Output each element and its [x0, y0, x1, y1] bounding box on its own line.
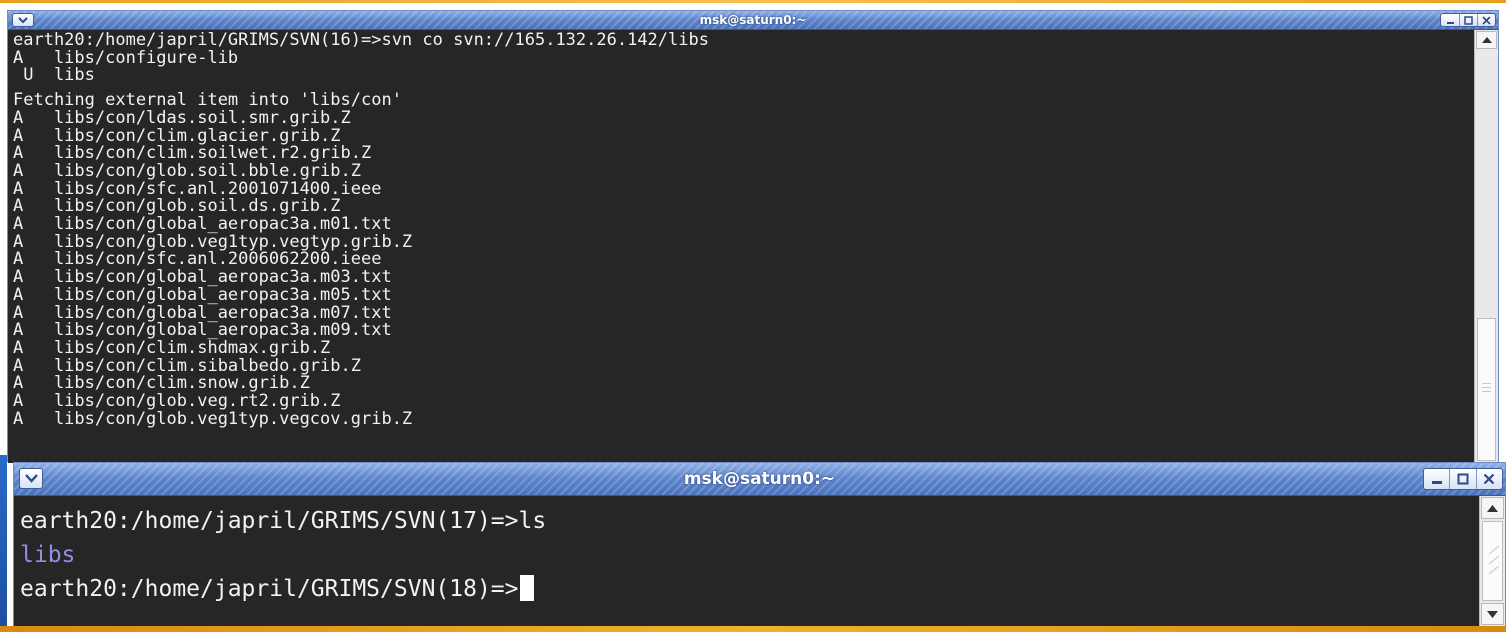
- minimize-icon: [1431, 481, 1442, 484]
- text-cursor: [519, 575, 534, 601]
- window-titlebar[interactable]: msk@saturn0:~: [8, 11, 1498, 30]
- close-icon: [1482, 15, 1491, 25]
- vertical-scrollbar[interactable]: [1479, 496, 1505, 627]
- terminal-line: A libs/con/glob.veg1typ.vegcov.grib.Z: [13, 408, 413, 429]
- terminal-line: earth20:/home/japril/GRIMS/SVN(17)=>ls: [20, 508, 547, 534]
- directory-entry: libs: [20, 542, 76, 568]
- arrow-down-icon: [1487, 610, 1498, 618]
- minimize-button[interactable]: [1424, 469, 1451, 489]
- window-title: msk@saturn0:~: [699, 13, 807, 27]
- window-controls: [1440, 13, 1496, 27]
- close-button[interactable]: [1478, 14, 1495, 26]
- terminal-line: A libs/configure-lib: [13, 47, 239, 68]
- window-controls: [1423, 468, 1503, 490]
- maximize-icon: [1464, 15, 1473, 25]
- arrow-up-icon: [1481, 37, 1492, 43]
- terminal-prompt-line[interactable]: earth20:/home/japril/GRIMS/SVN(18)=>: [20, 572, 1479, 606]
- minimize-icon: [1446, 21, 1454, 24]
- scroll-thumb[interactable]: [1477, 318, 1496, 461]
- vertical-scrollbar[interactable]: [1474, 30, 1498, 463]
- terminal-line: A libs/con/global_aeropac3a.m05.txt: [13, 284, 392, 305]
- terminal-line: A libs/con/clim.shdmax.grib.Z: [13, 337, 331, 358]
- maximize-icon: [1457, 473, 1469, 485]
- top-accent-bar: [0, 0, 1506, 3]
- minimize-button[interactable]: [1441, 14, 1460, 26]
- arrow-up-icon: [1487, 504, 1498, 512]
- terminal-output[interactable]: earth20:/home/japril/GRIMS/SVN(16)=>svn …: [8, 30, 1474, 463]
- close-icon: [1484, 473, 1495, 485]
- terminal-output[interactable]: earth20:/home/japril/GRIMS/SVN(17)=>ls l…: [14, 496, 1479, 627]
- scroll-down-button[interactable]: [1481, 603, 1504, 625]
- scroll-thumb[interactable]: [1482, 521, 1503, 601]
- window-title: msk@saturn0:~: [683, 469, 836, 489]
- terminal-line: U libs: [13, 65, 95, 86]
- scroll-up-button[interactable]: [1476, 31, 1497, 49]
- close-button[interactable]: [1477, 469, 1502, 489]
- terminal-line: A libs/con/ldas.soil.smr.grib.Z: [13, 107, 351, 128]
- terminal-line: A libs/con/glob.soil.bble.grib.Z: [13, 160, 361, 181]
- scroll-up-button[interactable]: [1481, 497, 1504, 519]
- window-titlebar[interactable]: msk@saturn0:~: [14, 463, 1505, 496]
- prompt-text: earth20:/home/japril/GRIMS/SVN(18)=>: [20, 576, 519, 602]
- terminal-window-top[interactable]: msk@saturn0:~ earth20:/home/japril/GRIMS…: [7, 10, 1499, 463]
- terminal-window-bottom[interactable]: msk@saturn0:~ earth20:/home/japril/GRIMS…: [13, 462, 1506, 627]
- bottom-accent-bar: [0, 626, 1506, 632]
- left-accent-bar: [0, 455, 7, 632]
- grip-icon: [1488, 545, 1500, 575]
- maximize-button[interactable]: [1450, 469, 1477, 489]
- maximize-button[interactable]: [1460, 14, 1478, 26]
